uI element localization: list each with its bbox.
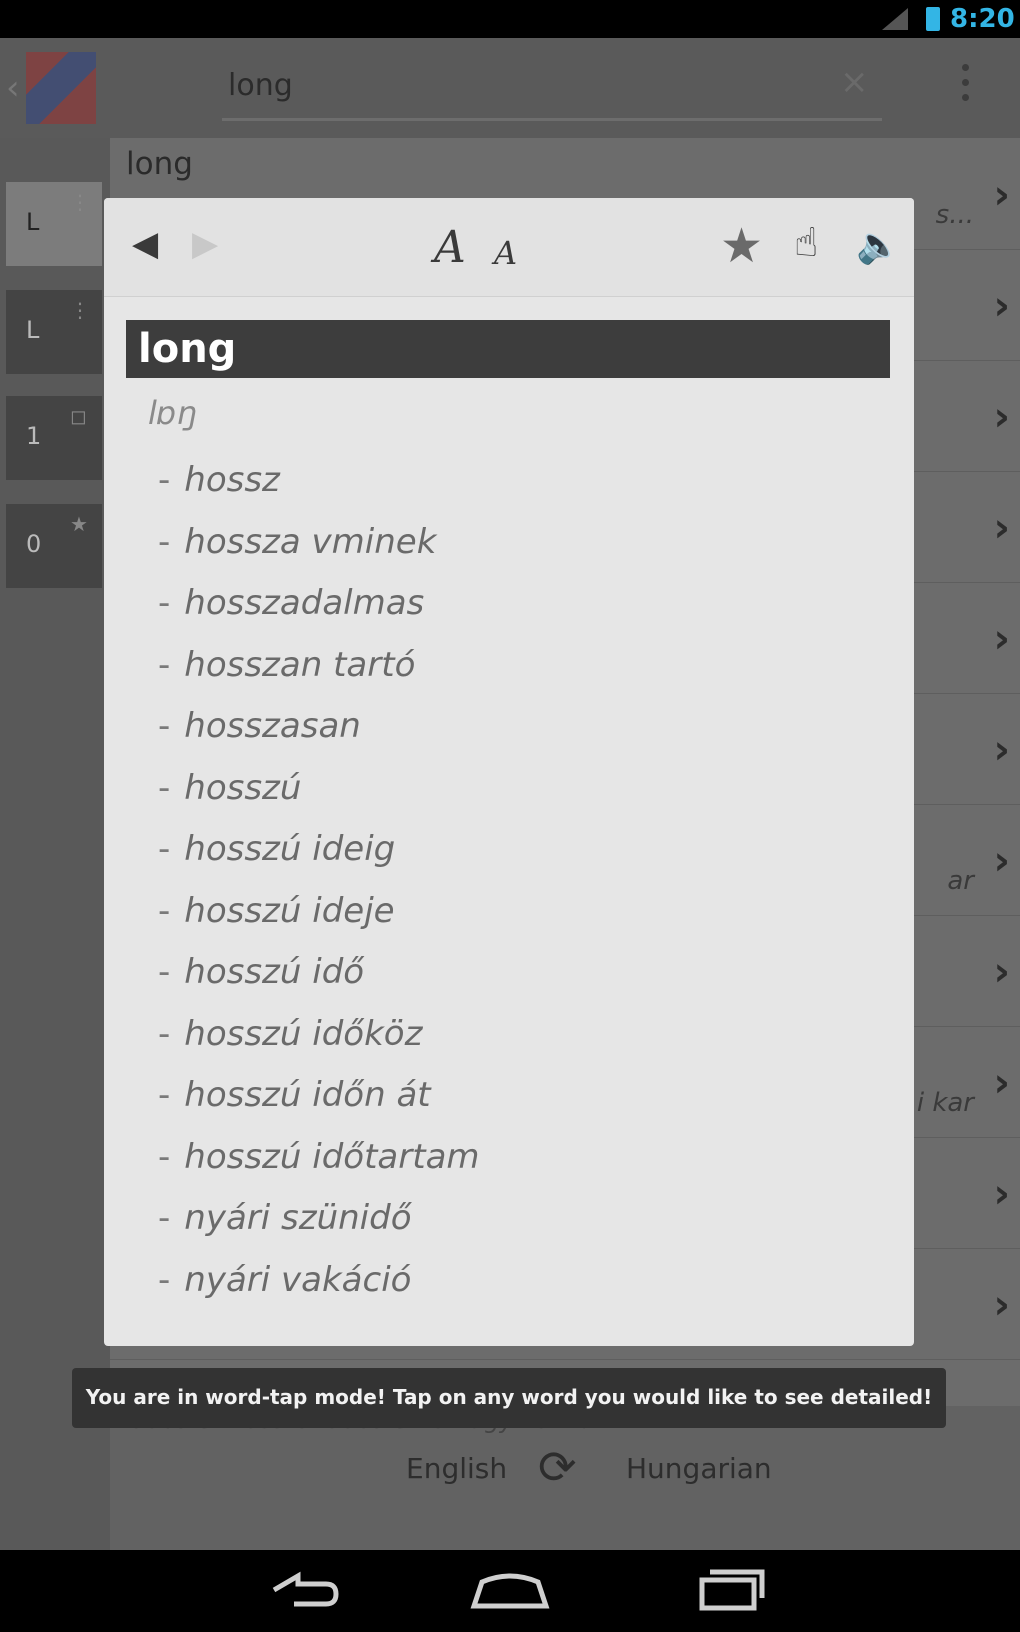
history-tile[interactable]: 1 ◻: [6, 396, 102, 480]
translation-item[interactable]: - hosszú időköz: [158, 1014, 898, 1076]
target-language[interactable]: Hungarian: [626, 1452, 772, 1485]
chevron-right-icon: ›: [993, 394, 1010, 440]
up-caret-icon[interactable]: ‹: [6, 68, 20, 108]
toast-text: You are in word-tap mode! Tap on any wor…: [85, 1385, 933, 1409]
translation-item[interactable]: - hosszú ideig: [158, 829, 898, 891]
bullet-dash: -: [158, 706, 171, 746]
translation-text: nyári vakáció: [184, 1259, 412, 1300]
translation-text: hosszadalmas: [184, 583, 425, 623]
chevron-right-icon: ›: [993, 949, 1010, 995]
translation-text: hosszú időtartam: [184, 1136, 480, 1177]
popup-toolbar: ◀ ▶ A A ★ ☝ 🔈: [104, 198, 914, 297]
bullet-dash: -: [158, 644, 171, 685]
bullet-dash: -: [158, 521, 171, 562]
bullet-dash: -: [158, 829, 171, 869]
translation-text: hossz: [184, 460, 280, 500]
translation-text: hosszú ideig: [184, 829, 396, 869]
bullet-dash: -: [158, 890, 171, 931]
bullet-dash: -: [158, 1075, 171, 1115]
app-bar: ‹ ×: [0, 38, 1020, 138]
translation-text: hosszú időn át: [184, 1075, 431, 1115]
source-language[interactable]: English: [406, 1452, 507, 1485]
clock: 8:20: [950, 4, 1015, 34]
translation-item[interactable]: - hosszú időtartam: [158, 1137, 898, 1199]
translation-text: hosszasan: [184, 706, 361, 746]
translation-item[interactable]: - hossza vminek: [158, 522, 898, 584]
system-nav-bar: [0, 1550, 1020, 1632]
chevron-right-icon: ›: [993, 505, 1010, 551]
chevron-right-icon: ›: [993, 616, 1010, 662]
search-input[interactable]: [228, 68, 808, 102]
forward-arrow-icon[interactable]: ▶: [192, 224, 218, 284]
translation-item[interactable]: - hosszú ideje: [158, 891, 898, 953]
font-increase-icon[interactable]: A: [434, 222, 466, 282]
flag-uk-icon: ⋮: [70, 190, 90, 214]
result-snippet: ar: [947, 866, 974, 896]
home-icon[interactable]: [462, 1562, 558, 1618]
translation-text: nyári szünidő: [184, 1198, 412, 1238]
star-icon: ★: [70, 512, 88, 536]
search-box: [222, 56, 882, 121]
bullet-dash: -: [158, 460, 171, 500]
translation-text: hosszú idő: [184, 952, 365, 992]
translation-text: hossza vminek: [184, 521, 437, 562]
translation-item[interactable]: - nyári vakáció: [158, 1260, 898, 1322]
dictionary-tile-english[interactable]: L ⋮: [6, 182, 102, 266]
translation-item[interactable]: - nyári szünidő: [158, 1198, 898, 1260]
chevron-right-icon: ›: [993, 283, 1010, 329]
chevron-right-icon: ›: [993, 1282, 1010, 1328]
word-popup: ◀ ▶ A A ★ ☝ 🔈 long lɒŋ - hossz - hossza vmi…: [104, 198, 914, 1346]
headword: long: [126, 320, 890, 378]
chevron-right-icon: ›: [993, 1171, 1010, 1217]
translation-item[interactable]: - hosszan tartó: [158, 645, 898, 707]
headword-text[interactable]: long: [138, 326, 236, 372]
bullet-dash: -: [158, 1013, 171, 1054]
back-arrow-icon[interactable]: ◀: [132, 224, 158, 284]
bullet-dash: -: [158, 1198, 171, 1238]
close-icon[interactable]: ×: [840, 62, 869, 102]
translation-text: hosszú időköz: [184, 1013, 423, 1054]
app-logo[interactable]: [26, 52, 96, 124]
toast-message: You are in word-tap mode! Tap on any wor…: [72, 1368, 946, 1428]
overflow-icon[interactable]: [962, 64, 970, 104]
favorites-tile[interactable]: 0 ★: [6, 504, 102, 588]
history-icon: ◻: [70, 404, 87, 428]
chevron-right-icon: ›: [993, 1060, 1010, 1106]
bullet-dash: -: [158, 1259, 171, 1300]
signal-icon: [882, 8, 908, 30]
translation-item[interactable]: - hosszasan: [158, 706, 898, 768]
result-snippet: i kar: [916, 1088, 974, 1118]
translations-list: - hossz - hossza vminek - hosszadalmas - hossza…: [158, 460, 898, 1321]
result-word: long: [126, 146, 193, 182]
chevron-right-icon: ›: [993, 172, 1010, 218]
phonetic: lɒŋ: [148, 394, 198, 432]
translation-item[interactable]: - hosszadalmas: [158, 583, 898, 645]
favorite-star-icon[interactable]: ★: [720, 218, 763, 278]
back-icon[interactable]: [254, 1562, 350, 1618]
tap-mode-icon[interactable]: ☝: [794, 220, 818, 280]
bullet-dash: -: [158, 767, 171, 808]
flag-hungary-icon: ⋮: [70, 298, 90, 322]
dictionary-tile-hungarian[interactable]: L ⋮: [6, 290, 102, 374]
result-snippet: s...: [935, 200, 974, 230]
swap-languages-icon[interactable]: ⟳: [538, 1440, 577, 1494]
bullet-dash: -: [158, 952, 171, 992]
bullet-dash: -: [158, 1136, 171, 1177]
left-panel: L ⋮ L ⋮ 1 ◻ 0 ★: [0, 138, 110, 1550]
bullet-dash: -: [158, 583, 171, 623]
translation-text: hosszú ideje: [184, 890, 395, 931]
translation-item[interactable]: - hosszú: [158, 768, 898, 830]
chevron-right-icon: ›: [993, 838, 1010, 884]
recent-apps-icon[interactable]: [680, 1562, 776, 1618]
status-bar: 8:20: [0, 0, 1020, 38]
translation-text: hosszan tartó: [184, 644, 416, 685]
battery-icon: [926, 7, 940, 31]
translation-item[interactable]: - hossz: [158, 460, 898, 522]
translation-item[interactable]: - hosszú időn át: [158, 1075, 898, 1137]
chevron-right-icon: ›: [993, 727, 1010, 773]
font-decrease-icon[interactable]: A: [494, 234, 517, 294]
translation-item[interactable]: - hosszú idő: [158, 952, 898, 1014]
speaker-icon[interactable]: 🔈: [856, 224, 901, 284]
translation-text: hosszú: [184, 767, 302, 808]
